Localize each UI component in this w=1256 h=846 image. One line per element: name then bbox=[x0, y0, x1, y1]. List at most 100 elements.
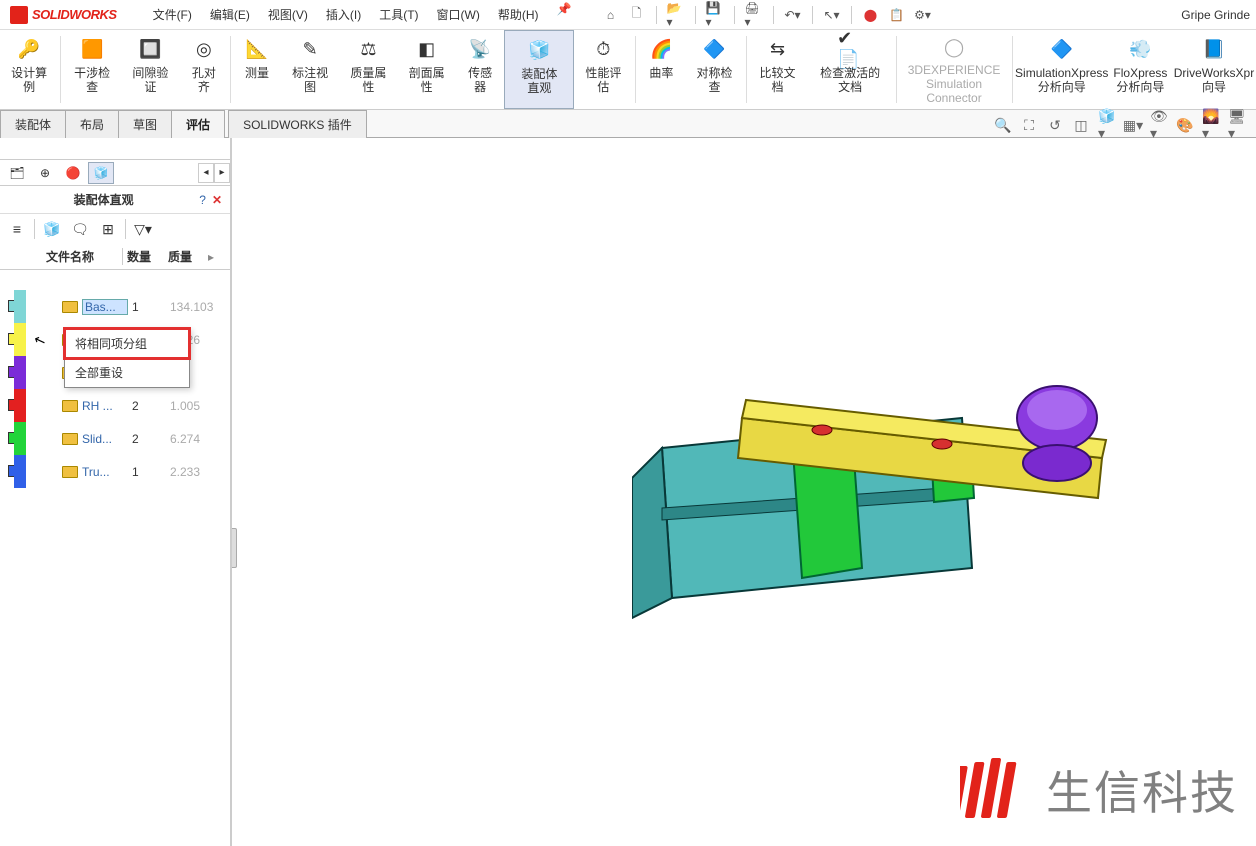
menu-bar: 文件(F) 编辑(E) 视图(V) 插入(I) 工具(T) 窗口(W) 帮助(H… bbox=[145, 2, 572, 27]
section-view-icon[interactable]: ◫ bbox=[1072, 116, 1090, 134]
context-menu: 将相同项分组 全部重设 bbox=[64, 328, 190, 388]
flat-nested-icon[interactable]: ≡ bbox=[6, 218, 28, 240]
new-icon[interactable]: 🗋 bbox=[628, 6, 646, 24]
menu-help[interactable]: 帮助(H) bbox=[490, 2, 547, 27]
table-row[interactable]: Tru... 1 2.233 bbox=[0, 455, 230, 488]
markup-view-button[interactable]: ✎ 标注视图 bbox=[281, 30, 339, 109]
hole-alignment-button[interactable]: ◎ 孔对齐 bbox=[180, 30, 229, 109]
col-header-name[interactable]: 文件名称 bbox=[46, 248, 122, 265]
floxpress-icon: 💨 bbox=[1127, 36, 1153, 62]
3dx-icon: ◯ bbox=[941, 36, 967, 59]
property-tab[interactable]: ⊕ bbox=[32, 162, 58, 184]
simulationxpress-button[interactable]: 🔷 SimulationXpress 分析向导 bbox=[1015, 30, 1109, 109]
table-row[interactable]: Slid... 2 6.274 bbox=[0, 422, 230, 455]
options-icon[interactable]: 📋 bbox=[888, 6, 906, 24]
symmetry-check-button[interactable]: 🔷 对称检查 bbox=[685, 30, 743, 109]
view-settings-icon[interactable]: 🖥▾ bbox=[1228, 116, 1246, 134]
display-style-icon[interactable]: ▦▾ bbox=[1124, 116, 1142, 134]
interference-check-button[interactable]: 🟧 干涉检查 bbox=[63, 30, 121, 109]
separator bbox=[34, 219, 35, 239]
previous-view-icon[interactable]: ↺ bbox=[1046, 116, 1064, 134]
menu-edit[interactable]: 编辑(E) bbox=[202, 2, 258, 27]
graphics-viewport[interactable]: 生信科技 bbox=[232, 138, 1256, 846]
command-manager-tabs: 装配体 布局 草图 评估 SOLIDWORKS 插件 🔍 ⛶ ↺ ◫ 🧊▾ ▦▾… bbox=[0, 110, 1256, 138]
filter-icon[interactable]: ▽▾ bbox=[132, 218, 154, 240]
color-strip bbox=[14, 323, 26, 356]
check-active-doc-button[interactable]: ✔📄 检查激活的文档 bbox=[807, 30, 894, 109]
measure-icon: 📐 bbox=[244, 36, 270, 62]
model-preview bbox=[632, 368, 1192, 688]
print-icon[interactable]: 🖨▾ bbox=[745, 6, 763, 24]
separator bbox=[60, 36, 61, 103]
assembly-visualization-button[interactable]: 🧊 装配体直观 bbox=[504, 30, 574, 109]
tab-layout[interactable]: 布局 bbox=[65, 110, 119, 138]
performance-eval-button[interactable]: ⏱ 性能评估 bbox=[574, 30, 632, 109]
splitter-handle[interactable] bbox=[232, 528, 237, 568]
context-group-identical[interactable]: 将相同项分组 bbox=[65, 329, 189, 358]
separator bbox=[230, 36, 231, 103]
context-reset-all[interactable]: 全部重设 bbox=[65, 358, 189, 387]
tab-evaluate[interactable]: 评估 bbox=[171, 110, 225, 138]
design-study-button[interactable]: 🔑 设计算例 bbox=[0, 30, 58, 109]
parts-icon[interactable]: 🧊 bbox=[41, 218, 63, 240]
watermark: 生信科技 bbox=[960, 754, 1238, 826]
zoom-area-icon[interactable]: ⛶ bbox=[1020, 116, 1038, 134]
driveworksxpress-button[interactable]: 📘 DriveWorksXpr 向导 bbox=[1172, 30, 1256, 109]
app-name: SOLIDWORKS bbox=[32, 7, 117, 22]
hole-align-icon: ◎ bbox=[191, 36, 217, 62]
section-properties-button[interactable]: ◧ 剖面属性 bbox=[398, 30, 456, 109]
columns-icon[interactable]: ⊞ bbox=[97, 218, 119, 240]
select-icon[interactable]: ↖▾ bbox=[823, 6, 841, 24]
curvature-button[interactable]: 🌈 曲率 bbox=[637, 30, 685, 109]
clearance-verify-button[interactable]: 🔲 间隙验证 bbox=[121, 30, 179, 109]
part-icon bbox=[62, 301, 78, 313]
tab-plugins[interactable]: SOLIDWORKS 插件 bbox=[228, 110, 367, 138]
floxpress-button[interactable]: 💨 FloXpress 分析向导 bbox=[1109, 30, 1172, 109]
table-row[interactable]: RH ... 2 1.005 bbox=[0, 389, 230, 422]
col-header-qty[interactable]: 数量 bbox=[122, 248, 164, 265]
tab-sketch[interactable]: 草图 bbox=[118, 110, 172, 138]
settings-icon[interactable]: ⚙▾ bbox=[914, 6, 932, 24]
more-columns-icon[interactable]: ▸ bbox=[208, 250, 214, 264]
table-row[interactable]: Bas... 1 134.103 bbox=[0, 290, 230, 323]
scene-icon[interactable]: 🌄▾ bbox=[1202, 116, 1220, 134]
menu-insert[interactable]: 插入(I) bbox=[318, 2, 369, 27]
nav-prev-button[interactable]: ◂ bbox=[198, 163, 214, 183]
heads-up-view-toolbar: 🔍 ⛶ ↺ ◫ 🧊▾ ▦▾ 👁▾ 🎨 🌄▾ 🖥▾ bbox=[984, 113, 1256, 137]
hide-show-icon[interactable]: 👁▾ bbox=[1150, 116, 1168, 134]
menu-window[interactable]: 窗口(W) bbox=[429, 2, 488, 27]
home-icon[interactable]: ⌂ bbox=[602, 6, 620, 24]
part-name[interactable]: Tru... bbox=[82, 465, 128, 479]
feature-tree-tab[interactable]: 🗂 bbox=[4, 162, 30, 184]
mass-properties-button[interactable]: ⚖ 质量属性 bbox=[339, 30, 397, 109]
measure-button[interactable]: 📐 测量 bbox=[233, 30, 281, 109]
menu-view[interactable]: 视图(V) bbox=[260, 2, 316, 27]
appearance-icon[interactable]: 🎨 bbox=[1176, 116, 1194, 134]
pin-icon[interactable]: 📌 bbox=[557, 2, 572, 27]
menu-tools[interactable]: 工具(T) bbox=[371, 2, 426, 27]
part-name[interactable]: RH ... bbox=[82, 399, 128, 413]
rebuild-icon[interactable]: ⬤ bbox=[862, 6, 880, 24]
open-icon[interactable]: 📂▾ bbox=[667, 6, 685, 24]
sensor-button[interactable]: 📡 传感器 bbox=[456, 30, 505, 109]
undo-icon[interactable]: ↶▾ bbox=[784, 6, 802, 24]
view-orientation-icon[interactable]: 🧊▾ bbox=[1098, 116, 1116, 134]
interference-icon: 🟧 bbox=[79, 36, 105, 62]
panel-spacer bbox=[0, 138, 230, 160]
gradient-icon[interactable]: 🗨 bbox=[69, 218, 91, 240]
mass-icon: ⚖ bbox=[355, 36, 381, 62]
save-icon[interactable]: 💾▾ bbox=[706, 6, 724, 24]
help-icon[interactable]: ? bbox=[199, 193, 206, 207]
color-strip bbox=[14, 455, 26, 488]
part-name[interactable]: Bas... bbox=[82, 299, 128, 315]
menu-file[interactable]: 文件(F) bbox=[145, 2, 200, 27]
asm-visual-tab[interactable]: 🧊 bbox=[88, 162, 114, 184]
tab-assembly[interactable]: 装配体 bbox=[0, 110, 66, 138]
col-header-mass[interactable]: 质量 bbox=[164, 248, 208, 265]
compare-docs-button[interactable]: ⇆ 比较文档 bbox=[748, 30, 806, 109]
zoom-fit-icon[interactable]: 🔍 bbox=[994, 116, 1012, 134]
part-name[interactable]: Slid... bbox=[82, 432, 128, 446]
config-tab[interactable]: 🔴 bbox=[60, 162, 86, 184]
nav-next-button[interactable]: ▸ bbox=[214, 163, 230, 183]
close-icon[interactable]: ✕ bbox=[212, 193, 222, 207]
